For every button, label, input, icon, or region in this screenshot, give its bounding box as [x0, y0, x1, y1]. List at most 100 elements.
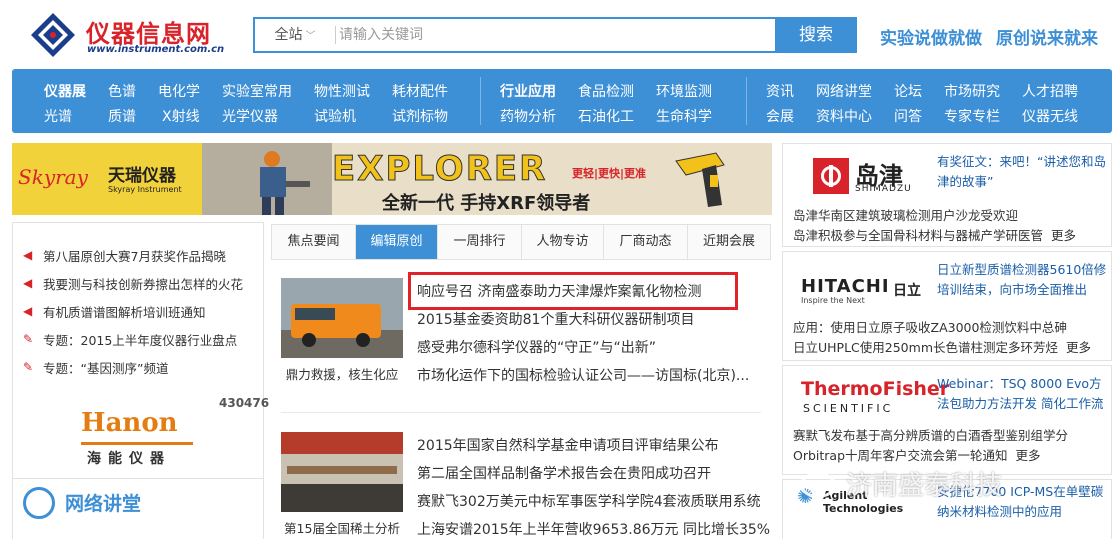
- headphones-icon: [23, 487, 55, 519]
- nav-item[interactable]: 仪器展: [44, 81, 86, 101]
- nav-item[interactable]: 网络讲堂: [816, 81, 872, 101]
- list-item[interactable]: ✎ 专题：“基因测序”频道: [23, 353, 243, 381]
- tab-interviews[interactable]: 人物专访: [522, 225, 604, 259]
- list-item[interactable]: ◀ 我要测与科技创新券擦出怎样的火花: [23, 269, 243, 297]
- nav-item[interactable]: 光学仪器: [222, 106, 278, 126]
- news-item[interactable]: 赛默飞302万美元中标军事医学科学院4套液质联用系统: [417, 488, 770, 516]
- tab-editorial[interactable]: 编辑原创: [356, 225, 438, 259]
- ad-banner-skyray[interactable]: Skyray 天瑞仪器 Skyray Instrument EXPLORER 更…: [12, 143, 772, 215]
- nav-item[interactable]: 问答: [894, 106, 922, 126]
- nav-group-services: 资讯 网络讲堂 论坛 市场研究 人才招聘 会展 资料中心 问答 专家专栏 仪器无…: [748, 69, 1112, 133]
- nav-item[interactable]: 食品检测: [578, 81, 634, 101]
- sponsor-news-item-text[interactable]: 日立UHPLC使用250mm长色谱柱测定多环芳烃: [793, 340, 1058, 355]
- news-thumbnail[interactable]: [281, 278, 403, 358]
- nav-item[interactable]: 行业应用: [500, 81, 556, 101]
- site-logo[interactable]: 仪器信息网 www.instrument.com.cn: [30, 10, 240, 60]
- list-item-label[interactable]: 专题：2015上半年度仪器行业盘点: [43, 330, 237, 349]
- sponsor-news-item-text[interactable]: 岛津积极参与全国骨科材料与器械产学研医管: [793, 228, 1043, 243]
- news-item[interactable]: 感受弗尔德科学仪器的“守正”与“出新”: [417, 334, 749, 362]
- shimadzu-logo[interactable]: 岛津 SHIMADZU: [783, 144, 929, 214]
- speaker-icon: ◀: [23, 248, 33, 262]
- sponsor-news-list: 赛默飞发布基于高分辨质谱的白酒香型鉴别组学分 Orbitrap十周年客户交流会第…: [793, 426, 1068, 466]
- nav-divider: [480, 77, 481, 125]
- sponsor-hitachi: HITACHI Inspire the Next 日立 日立新型质谱检测器561…: [782, 251, 1112, 361]
- list-item-label[interactable]: 我要测与科技创新券擦出怎样的火花: [43, 274, 243, 293]
- thermofisher-name: ThermoFisher: [801, 378, 950, 400]
- slogan-2[interactable]: 原创说来就来: [996, 29, 1098, 49]
- nav-group-industry: 行业应用 食品检测 环境监测 药物分析 石油化工 生命科学: [482, 69, 742, 133]
- nav-item[interactable]: 仪器无线: [1022, 106, 1078, 126]
- list-item-label[interactable]: 第八届原创大赛7月获奖作品揭晓: [43, 246, 226, 265]
- sponsor-news-item[interactable]: 岛津华南区建筑玻璃检测用户沙龙受欢迎: [793, 206, 1076, 226]
- nav-item[interactable]: 市场研究: [944, 81, 1000, 101]
- more-link[interactable]: 更多: [1051, 228, 1076, 243]
- news-caption[interactable]: 鼎力救援，核生化应: [281, 364, 403, 383]
- list-item[interactable]: ◀ 有机质谱谱图解析培训班通知: [23, 297, 243, 325]
- thermofisher-sub: SCIENTIFIC: [803, 402, 894, 415]
- nav-item[interactable]: 质谱: [108, 106, 136, 126]
- lecture-section-header[interactable]: 网络讲堂: [13, 478, 263, 523]
- tab-exhibitions[interactable]: 近期会展: [688, 225, 770, 259]
- nav-item[interactable]: 色谱: [108, 81, 136, 101]
- hitachi-logo[interactable]: HITACHI Inspire the Next 日立: [783, 252, 929, 322]
- sponsor-headline[interactable]: 有奖征文：来吧！“讲述您和岛津的故事”: [937, 152, 1107, 192]
- news-item[interactable]: 2015基金委资助81个重大科研仪器研制项目: [417, 306, 749, 334]
- list-item[interactable]: ✎ 专题：2015上半年度仪器行业盘点: [23, 325, 243, 353]
- hanon-ad[interactable]: 430476 Hanon 海能仪器: [73, 396, 269, 470]
- nav-item[interactable]: 实验室常用: [222, 81, 292, 101]
- speaker-icon: ◀: [23, 276, 33, 290]
- nav-item[interactable]: 药物分析: [500, 106, 556, 126]
- nav-item[interactable]: 耗材配件: [392, 81, 448, 101]
- nav-item[interactable]: 物性测试: [314, 81, 370, 101]
- tab-weekly-rank[interactable]: 一周排行: [438, 225, 522, 259]
- logo-url: www.instrument.com.cn: [87, 44, 225, 55]
- nav-item[interactable]: 生命科学: [656, 106, 712, 126]
- announcement-list: ◀ 第八届原创大赛7月获奖作品揭晓 ◀ 我要测与科技创新券擦出怎样的火花 ◀ 有机质谱…: [23, 241, 243, 381]
- list-item[interactable]: ◀ 第八届原创大赛7月获奖作品揭晓: [23, 241, 243, 269]
- list-item-label[interactable]: 专题：“基因测序”频道: [43, 358, 168, 377]
- more-link[interactable]: 更多: [1066, 340, 1091, 355]
- news-item[interactable]: 市场化运作下的国标检验认证公司——访国标(北京)...: [417, 362, 749, 390]
- nav-item[interactable]: 资讯: [766, 81, 794, 101]
- lecture-title[interactable]: 网络讲堂: [65, 489, 141, 516]
- nav-item[interactable]: 试剂标物: [392, 106, 448, 126]
- worker-image-icon: [202, 143, 332, 215]
- nav-item[interactable]: 光谱: [44, 106, 72, 126]
- news-item[interactable]: 上海安谱2015年上半年营收9653.86万元 同比增长35%: [417, 516, 770, 544]
- sponsor-news-item[interactable]: 赛默飞发布基于高分辨质谱的白酒香型鉴别组学分: [793, 426, 1068, 446]
- banner-tagline: 更轻|更快|更准: [572, 167, 647, 180]
- news-caption[interactable]: 第15届全国稀土分析: [281, 518, 403, 537]
- more-link[interactable]: 更多: [1016, 448, 1041, 463]
- banner-photo: [202, 143, 332, 215]
- slogan[interactable]: 实验说做就做 原创说来就来: [880, 24, 1112, 49]
- sponsor-headline[interactable]: 日立新型质谱检测器5610倍修培训结束，向市场全面推出: [937, 260, 1107, 300]
- nav-item[interactable]: 论坛: [894, 81, 922, 101]
- search-scope-select[interactable]: 全站 ﹀: [255, 19, 335, 51]
- sponsor-headline[interactable]: Webinar：TSQ 8000 Evo方法包助力方法开发 简化工作流: [937, 374, 1107, 414]
- tab-vendor-news[interactable]: 厂商动态: [604, 225, 688, 259]
- search-input[interactable]: [339, 19, 775, 51]
- news-block-2: 第15届全国稀土分析 2015年国家自然科学基金申请项目评审结果公布 第二届全国…: [271, 432, 771, 542]
- pencil-icon: ✎: [23, 360, 34, 374]
- slogan-1[interactable]: 实验说做就做: [880, 29, 982, 49]
- nav-item[interactable]: X射线: [162, 106, 200, 126]
- news-item[interactable]: 第二届全国样品制备学术报告会在贵阳成功召开: [417, 460, 770, 488]
- news-item[interactable]: 2015年国家自然科学基金申请项目评审结果公布: [417, 432, 770, 460]
- news-thumbnail[interactable]: [281, 432, 403, 512]
- nav-item[interactable]: 电化学: [158, 81, 200, 101]
- nav-item[interactable]: 专家专栏: [944, 106, 1000, 126]
- nav-item[interactable]: 石油化工: [578, 106, 634, 126]
- sponsor-news-item[interactable]: 应用：使用日立原子吸收ZA3000检测饮料中总砷: [793, 318, 1091, 338]
- list-item-label[interactable]: 有机质谱谱图解析培训班通知: [43, 302, 206, 321]
- rescue-vehicle-image-icon: [281, 278, 403, 358]
- hitachi-name: HITACHI: [801, 276, 890, 297]
- nav-item[interactable]: 会展: [766, 106, 794, 126]
- nav-item[interactable]: 资料中心: [816, 106, 872, 126]
- nav-item[interactable]: 人才招聘: [1022, 81, 1078, 101]
- tab-focus[interactable]: 焦点要闻: [272, 225, 356, 259]
- nav-item[interactable]: 试验机: [314, 106, 356, 126]
- banner-brand-panel: Skyray 天瑞仪器 Skyray Instrument: [12, 143, 202, 215]
- nav-item[interactable]: 环境监测: [656, 81, 712, 101]
- search-button[interactable]: 搜索: [775, 17, 857, 53]
- sponsor-news-item-text[interactable]: Orbitrap十周年客户交流会第一轮通知: [793, 448, 1008, 463]
